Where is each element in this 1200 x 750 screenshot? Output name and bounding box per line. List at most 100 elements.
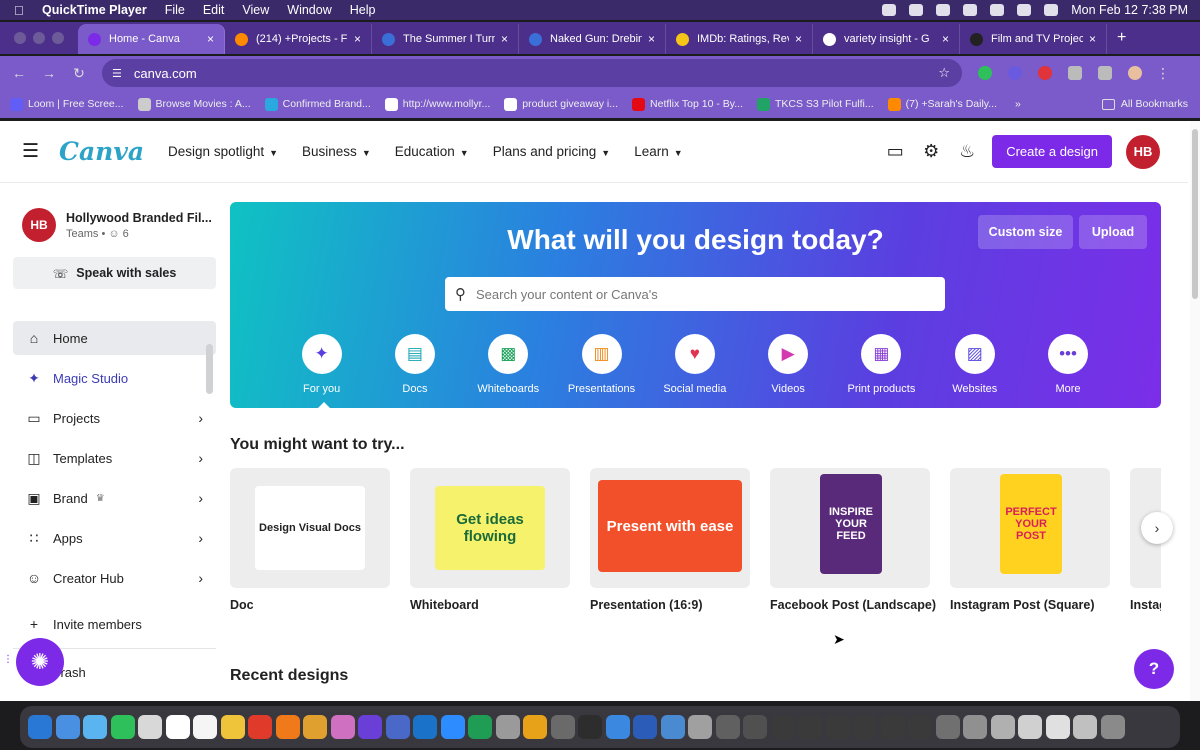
- template-card-2[interactable]: Present with ease Presentation (16:9): [590, 468, 750, 612]
- bell-icon[interactable]: ♨: [956, 141, 978, 162]
- back-icon[interactable]: ←: [4, 65, 34, 81]
- close-tab-icon[interactable]: ×: [1089, 32, 1096, 46]
- upload-button[interactable]: Upload: [1079, 215, 1147, 249]
- nav-plans-pricing[interactable]: Plans and pricing ▼: [493, 144, 611, 159]
- template-card-4[interactable]: PERFECT YOUR POST Instagram Post (Square): [950, 468, 1110, 612]
- clock[interactable]: Mon Feb 12 7:38 PM: [1071, 3, 1188, 17]
- bookmark-1[interactable]: Browse Movies : A...: [137, 97, 251, 111]
- create-design-button[interactable]: Create a design: [992, 135, 1112, 168]
- control-center-icon[interactable]: [1044, 4, 1059, 16]
- browser-menu-icon[interactable]: ⋮: [1148, 65, 1178, 82]
- sidebar-item-templates[interactable]: ◫ Templates ›: [13, 441, 203, 475]
- magic-fab-button[interactable]: ✺: [16, 638, 64, 686]
- dock-app-icon-6[interactable]: [193, 715, 217, 739]
- dock-app-icon-20[interactable]: [578, 715, 602, 739]
- menu-app-name[interactable]: QuickTime Player: [42, 3, 147, 17]
- dock-app-icon-19[interactable]: [550, 715, 575, 739]
- carousel-next-button[interactable]: ›: [1141, 512, 1173, 544]
- category-social-media[interactable]: ♥ Social media: [648, 334, 741, 395]
- sidebar-item-creator-hub[interactable]: ☺ Creator Hub ›: [13, 561, 203, 595]
- category-print-products[interactable]: ▦ Print products: [835, 334, 928, 395]
- tab-0[interactable]: Home - Canva ×: [78, 24, 225, 54]
- menu-view[interactable]: View: [242, 3, 269, 17]
- dock-app-icon-32[interactable]: [908, 715, 932, 739]
- dock-app-icon-27[interactable]: [770, 715, 795, 739]
- dock-app-icon-15[interactable]: [440, 715, 465, 739]
- apple-icon[interactable]: : [14, 3, 36, 18]
- sidebar-item-brand[interactable]: ▣ Brand ♛ ›: [13, 481, 203, 515]
- close-tab-icon[interactable]: ×: [942, 32, 949, 46]
- dock-app-icon-29[interactable]: [825, 715, 850, 739]
- tab-4[interactable]: IMDb: Ratings, Rev ×: [666, 24, 813, 54]
- menu-edit[interactable]: Edit: [203, 3, 225, 17]
- dock-app-icon-21[interactable]: [605, 715, 630, 739]
- tab-1[interactable]: (214) +Projects - F ×: [225, 24, 372, 54]
- template-card-label[interactable]: Doc: [230, 598, 390, 612]
- dock-app-icon-37[interactable]: [1045, 715, 1070, 739]
- speak-with-sales-button[interactable]: ☏ Speak with sales: [13, 257, 216, 289]
- dock-app-icon-31[interactable]: [880, 715, 905, 739]
- profile-avatar[interactable]: [1128, 66, 1142, 80]
- template-thumbnail[interactable]: Get ideas flowing: [410, 468, 570, 588]
- template-card-label[interactable]: Facebook Post (Landscape): [770, 598, 936, 612]
- bookmark-2[interactable]: Confirmed Brand...: [264, 97, 371, 111]
- nav-learn[interactable]: Learn ▼: [634, 144, 682, 159]
- dock-app-icon-39[interactable]: [1100, 715, 1125, 739]
- category-websites[interactable]: ▨ Websites: [928, 334, 1021, 395]
- template-thumbnail[interactable]: Present with ease: [590, 468, 750, 588]
- tab-2[interactable]: The Summer I Turn ×: [372, 24, 519, 54]
- dock-app-icon-3[interactable]: [110, 715, 135, 739]
- team-switcher[interactable]: HB Hollywood Branded Fil... Teams • ☺ 6: [22, 208, 212, 242]
- url-text[interactable]: canva.com: [134, 66, 197, 81]
- forward-icon[interactable]: →: [34, 65, 64, 81]
- close-window-button[interactable]: [14, 32, 26, 44]
- close-tab-icon[interactable]: ×: [648, 32, 655, 46]
- wifi-icon[interactable]: [963, 4, 978, 16]
- bookmarks-overflow-icon[interactable]: »: [1015, 98, 1021, 110]
- fivecalls-icon[interactable]: [936, 4, 951, 16]
- category-for-you[interactable]: ✦ For you: [275, 334, 368, 395]
- nav-education[interactable]: Education ▼: [395, 144, 469, 159]
- all-bookmarks[interactable]: All Bookmarks: [1101, 98, 1188, 110]
- dock-app-icon-5[interactable]: [165, 715, 190, 739]
- zoom-window-button[interactable]: [52, 32, 64, 44]
- dock-app-icon-4[interactable]: [138, 715, 162, 739]
- sidebar-item-home[interactable]: ⌂ Home: [13, 321, 216, 355]
- tab-3[interactable]: Naked Gun: Drebin ×: [519, 24, 666, 54]
- page-scrollbar[interactable]: [1190, 121, 1200, 701]
- search-placeholder[interactable]: Search your content or Canva's: [476, 287, 658, 302]
- invite-members-button[interactable]: + Invite members: [13, 607, 203, 641]
- reload-icon[interactable]: ↻: [64, 65, 94, 82]
- dock-app-icon-16[interactable]: [468, 715, 492, 739]
- address-bar[interactable]: ☰ canva.com ☆: [102, 59, 962, 87]
- close-tab-icon[interactable]: ×: [354, 32, 361, 46]
- nav-design-spotlight[interactable]: Design spotlight ▼: [168, 144, 278, 159]
- menu-help[interactable]: Help: [350, 3, 376, 17]
- dock-app-icon-8[interactable]: [248, 715, 272, 739]
- category-presentations[interactable]: ▥ Presentations: [555, 334, 648, 395]
- template-card-label[interactable]: Instagram Post (Square): [950, 598, 1110, 612]
- hamburger-icon[interactable]: ☰: [22, 140, 39, 163]
- extension-green-icon[interactable]: [978, 66, 992, 80]
- dock-app-icon-17[interactable]: [495, 715, 520, 739]
- dock-app-icon-12[interactable]: [358, 715, 382, 739]
- template-thumbnail[interactable]: PERFECT YOUR POST: [950, 468, 1110, 588]
- sidebar-item-apps[interactable]: ∷ Apps ›: [13, 521, 203, 555]
- canva-logo[interactable]: Canva: [59, 137, 144, 166]
- template-card-label[interactable]: Instag: [1130, 598, 1161, 612]
- new-tab-button[interactable]: +: [1117, 29, 1126, 47]
- gear-icon[interactable]: ⚙: [920, 141, 942, 162]
- category-more[interactable]: ••• More: [1021, 334, 1114, 395]
- menu-window[interactable]: Window: [287, 3, 331, 17]
- bookmark-4[interactable]: product giveaway i...: [504, 97, 618, 111]
- account-avatar[interactable]: HB: [1126, 134, 1160, 169]
- bookmark-7[interactable]: (7) +Sarah's Daily...: [887, 97, 997, 111]
- template-thumbnail[interactable]: Design Visual Docs: [230, 468, 390, 588]
- dock-app-icon-23[interactable]: [660, 715, 685, 739]
- dock-app-icon-18[interactable]: [523, 715, 547, 739]
- dock-app-icon-2[interactable]: [83, 715, 107, 739]
- search-icon[interactable]: [1017, 4, 1032, 16]
- desktop-app-icon[interactable]: ▭: [884, 141, 906, 162]
- dock-app-icon-36[interactable]: [1018, 715, 1042, 739]
- category-whiteboards[interactable]: ▩ Whiteboards: [462, 334, 555, 395]
